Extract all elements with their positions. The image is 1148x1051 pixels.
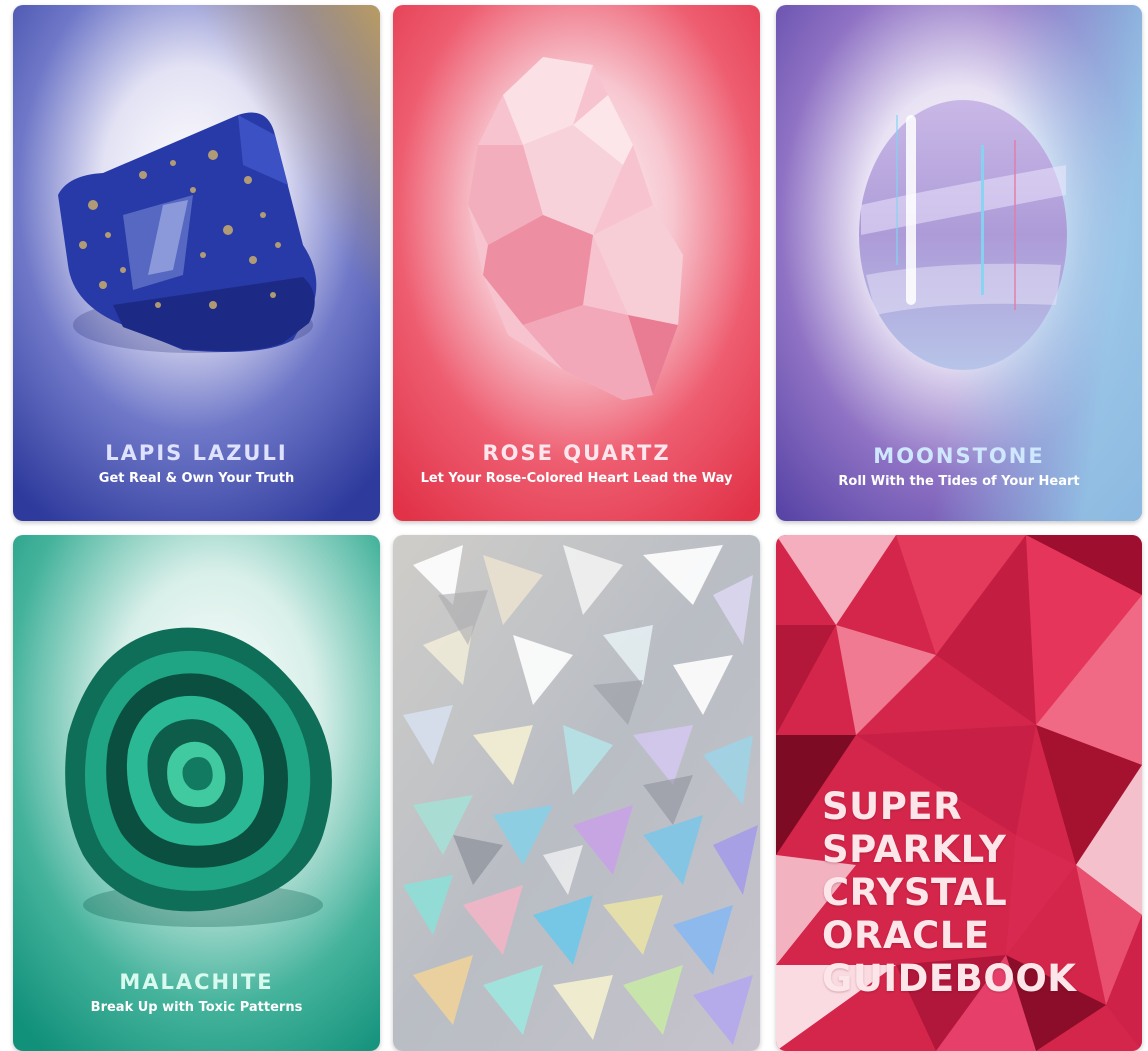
card-title: MALACHITE xyxy=(119,970,274,994)
card-caption: ROSE QUARTZ Let Your Rose-Colored Heart … xyxy=(393,441,760,486)
guidebook-title-line: ORACLE xyxy=(822,914,990,957)
card-lapis-lazuli[interactable]: LAPIS LAZULI Get Real & Own Your Truth xyxy=(13,5,380,521)
card-moonstone[interactable]: MOONSTONE Roll With the Tides of Your He… xyxy=(776,5,1142,521)
guidebook-title: SUPER SPARKLY CRYSTAL ORACLE GUIDEBOOK xyxy=(822,785,1076,1000)
holographic-pattern xyxy=(393,535,760,1051)
card-subtitle: Get Real & Own Your Truth xyxy=(98,471,295,486)
guidebook-title-line: CRYSTAL xyxy=(822,871,1008,914)
card-title: MOONSTONE xyxy=(873,444,1045,468)
card-caption: MOONSTONE Roll With the Tides of Your He… xyxy=(776,444,1142,489)
guidebook-title-line: GUIDEBOOK xyxy=(822,957,1077,1000)
card-subtitle: Roll With the Tides of Your Heart xyxy=(838,474,1080,489)
guidebook-cover[interactable]: SUPER SPARKLY CRYSTAL ORACLE GUIDEBOOK xyxy=(776,535,1142,1051)
card-malachite[interactable]: MALACHITE Break Up with Toxic Patterns xyxy=(13,535,380,1051)
card-rose-quartz[interactable]: ROSE QUARTZ Let Your Rose-Colored Heart … xyxy=(393,5,760,521)
card-title: ROSE QUARTZ xyxy=(482,441,671,465)
card-caption: LAPIS LAZULI Get Real & Own Your Truth xyxy=(13,441,380,486)
card-subtitle: Break Up with Toxic Patterns xyxy=(90,1000,303,1015)
card-subtitle: Let Your Rose-Colored Heart Lead the Way xyxy=(420,471,733,486)
card-title: LAPIS LAZULI xyxy=(105,441,288,465)
card-caption: MALACHITE Break Up with Toxic Patterns xyxy=(13,970,380,1015)
guidebook-title-line: SPARKLY xyxy=(822,828,1007,871)
guidebook-title-line: SUPER xyxy=(822,785,963,828)
card-back-holographic[interactable] xyxy=(393,535,760,1051)
